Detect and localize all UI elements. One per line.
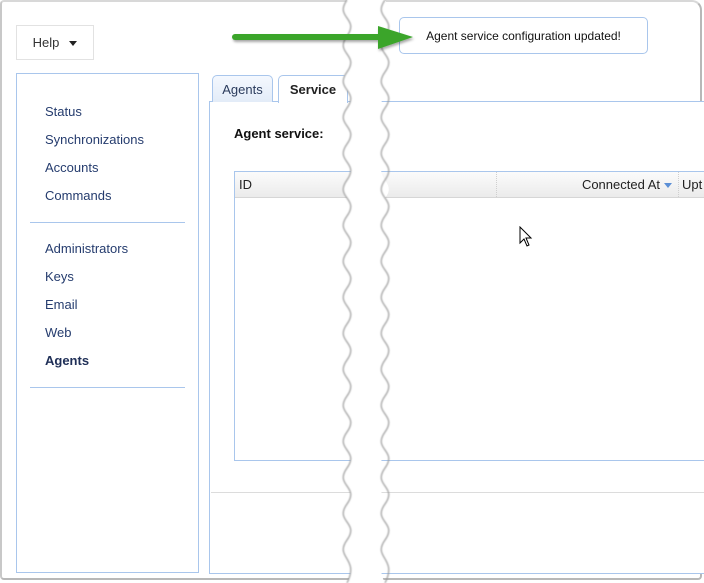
sidebar-nav: Status Synchronizations Accounts Command… xyxy=(16,73,199,573)
grid-header: ID Connected At Upt xyxy=(235,172,704,198)
column-header-uptime[interactable]: Upt xyxy=(679,172,704,197)
notification-message: Agent service configuration updated! xyxy=(426,28,621,43)
agents-grid: ID Connected At Upt xyxy=(234,171,704,461)
sidebar-item-keys[interactable]: Keys xyxy=(45,263,198,291)
green-arrow-annotation-icon xyxy=(232,26,413,49)
column-header-connected-at[interactable]: Connected At xyxy=(497,172,679,197)
notification-toast: Agent service configuration updated! xyxy=(399,17,648,54)
sidebar-group-1: Status Synchronizations Accounts Command… xyxy=(17,98,198,210)
sidebar-group-2: Administrators Keys Email Web Agents xyxy=(17,235,198,375)
arrow-shape xyxy=(232,26,413,49)
sort-desc-icon[interactable] xyxy=(664,183,672,189)
mouse-cursor-icon xyxy=(519,226,533,247)
section-label: Agent service: xyxy=(234,126,324,141)
column-header-uptime-label: Upt xyxy=(682,177,703,192)
help-menu-button[interactable]: Help xyxy=(16,25,94,60)
column-header-id-label: ID xyxy=(239,177,252,192)
sidebar-item-agents[interactable]: Agents xyxy=(45,347,198,375)
column-header-connected-at-label: Connected At xyxy=(581,177,660,192)
sidebar-item-administrators[interactable]: Administrators xyxy=(45,235,198,263)
sidebar-item-status[interactable]: Status xyxy=(45,98,198,126)
sidebar-item-commands[interactable]: Commands xyxy=(45,182,198,210)
sidebar-item-email[interactable]: Email xyxy=(45,291,198,319)
sidebar-item-synchronizations[interactable]: Synchronizations xyxy=(45,126,198,154)
tab-agents[interactable]: Agents xyxy=(212,75,273,102)
chevron-down-icon xyxy=(69,40,78,46)
sidebar-divider xyxy=(30,387,185,388)
sidebar-item-web[interactable]: Web xyxy=(45,319,198,347)
torn-edge-decoration xyxy=(342,0,390,583)
panel-footer-divider xyxy=(211,492,704,493)
help-label: Help xyxy=(32,35,60,50)
sidebar-item-accounts[interactable]: Accounts xyxy=(45,154,198,182)
